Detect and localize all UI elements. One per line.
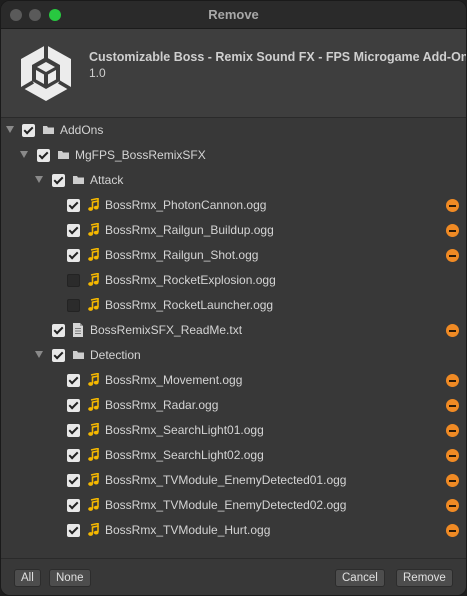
audio-file-icon — [87, 298, 99, 312]
tree-item-label: BossRmx_TVModule_EnemyDetected01.ogg — [105, 473, 347, 487]
dialog-footer: All None Cancel Remove — [1, 558, 466, 595]
expand-arrow-icon[interactable] — [35, 351, 43, 358]
select-none-button[interactable]: None — [49, 569, 91, 587]
tree-item-label: BossRemixSFX_ReadMe.txt — [90, 323, 243, 337]
remove-status-icon — [446, 249, 459, 262]
tree-item-railgun-buildup[interactable]: BossRmx_Railgun_Buildup.ogg — [1, 218, 466, 243]
audio-file-icon — [87, 448, 99, 462]
title-bar: Remove — [1, 1, 466, 29]
checkbox[interactable] — [52, 174, 65, 187]
tree-item-label: BossRmx_RocketExplosion.ogg — [105, 273, 276, 287]
audio-file-icon — [87, 248, 99, 262]
package-version: 1.0 — [89, 66, 106, 80]
audio-file-icon — [87, 198, 99, 212]
select-all-button[interactable]: All — [14, 569, 41, 587]
tree-item-label: AddOns — [60, 123, 104, 137]
audio-file-icon — [87, 223, 99, 237]
audio-file-icon — [87, 273, 99, 287]
tree-item-tvmodule-enemydetected01[interactable]: BossRmx_TVModule_EnemyDetected01.ogg — [1, 468, 466, 493]
tree-item-rocket-explosion[interactable]: BossRmx_RocketExplosion.ogg — [1, 268, 466, 293]
tree-item-label: BossRmx_RocketLauncher.ogg — [105, 298, 274, 312]
tree-item-label: BossRmx_SearchLight01.ogg — [105, 423, 264, 437]
package-header: Customizable Boss - Remix Sound FX - FPS… — [1, 29, 466, 118]
expand-arrow-icon[interactable] — [20, 151, 28, 158]
folder-icon — [43, 126, 54, 134]
cancel-button[interactable]: Cancel — [335, 569, 385, 587]
audio-file-icon — [87, 398, 99, 412]
tree-item-railgun-shot[interactable]: BossRmx_Railgun_Shot.ogg — [1, 243, 466, 268]
tree-item-searchlight01[interactable]: BossRmx_SearchLight01.ogg — [1, 418, 466, 443]
tree-item-addons[interactable]: AddOns — [1, 118, 466, 143]
unity-logo-icon — [19, 43, 73, 103]
folder-icon — [73, 176, 84, 184]
tree-item-label: BossRmx_SearchLight02.ogg — [105, 448, 264, 462]
tree-item-readme[interactable]: BossRemixSFX_ReadMe.txt — [1, 318, 466, 343]
tree-item-tvmodule-enemydetected02[interactable]: BossRmx_TVModule_EnemyDetected02.ogg — [1, 493, 466, 518]
package-name: Customizable Boss - Remix Sound FX - FPS… — [89, 50, 467, 64]
tree-item-attack[interactable]: Attack — [1, 168, 466, 193]
tree-item-searchlight02[interactable]: BossRmx_SearchLight02.ogg — [1, 443, 466, 468]
tree-item-label: BossRmx_Railgun_Buildup.ogg — [105, 223, 274, 237]
remove-status-icon — [446, 374, 459, 387]
remove-status-icon — [446, 424, 459, 437]
remove-status-icon — [446, 499, 459, 512]
tree-item-detection[interactable]: Detection — [1, 343, 466, 368]
tree-item-rocket-launcher[interactable]: BossRmx_RocketLauncher.ogg — [1, 293, 466, 318]
remove-status-icon — [446, 399, 459, 412]
audio-file-icon — [87, 423, 99, 437]
remove-button[interactable]: Remove — [396, 569, 453, 587]
checkbox[interactable] — [22, 124, 35, 137]
tree-item-label: BossRmx_Movement.ogg — [105, 373, 243, 387]
folder-icon — [73, 351, 84, 359]
checkbox[interactable] — [67, 399, 80, 412]
checkbox[interactable] — [67, 374, 80, 387]
remove-dialog: Remove Customizable Boss - Remix Sound F… — [0, 0, 467, 596]
checkbox[interactable] — [67, 274, 80, 287]
package-contents-tree: AddOns MgFPS_BossRemixSFX Attack BossRmx… — [1, 118, 466, 558]
remove-status-icon — [446, 474, 459, 487]
folder-icon — [58, 151, 69, 159]
tree-item-label: BossRmx_Radar.ogg — [105, 398, 219, 412]
checkbox[interactable] — [67, 524, 80, 537]
tree-item-label: BossRmx_TVModule_Hurt.ogg — [105, 523, 271, 537]
audio-file-icon — [87, 373, 99, 387]
checkbox[interactable] — [67, 449, 80, 462]
checkbox[interactable] — [67, 224, 80, 237]
tree-item-radar[interactable]: BossRmx_Radar.ogg — [1, 393, 466, 418]
text-file-icon — [73, 323, 83, 337]
checkbox[interactable] — [67, 474, 80, 487]
audio-file-icon — [87, 473, 99, 487]
remove-status-icon — [446, 524, 459, 537]
audio-file-icon — [87, 523, 99, 537]
checkbox[interactable] — [52, 324, 65, 337]
tree-item-photon-cannon[interactable]: BossRmx_PhotonCannon.ogg — [1, 193, 466, 218]
checkbox[interactable] — [52, 349, 65, 362]
checkbox[interactable] — [67, 499, 80, 512]
remove-status-icon — [446, 324, 459, 337]
checkbox[interactable] — [67, 299, 80, 312]
window-title: Remove — [208, 7, 259, 22]
tree-item-tvmodule-hurt[interactable]: BossRmx_TVModule_Hurt.ogg — [1, 518, 466, 543]
tree-item-label: Attack — [90, 173, 124, 187]
tree-item-mgfps-bossremixsfx[interactable]: MgFPS_BossRemixSFX — [1, 143, 466, 168]
checkbox[interactable] — [67, 249, 80, 262]
remove-status-icon — [446, 199, 459, 212]
remove-status-icon — [446, 224, 459, 237]
tree-item-label: BossRmx_PhotonCannon.ogg — [105, 198, 267, 212]
audio-file-icon — [87, 498, 99, 512]
checkbox[interactable] — [67, 199, 80, 212]
expand-arrow-icon[interactable] — [35, 176, 43, 183]
expand-arrow-icon[interactable] — [6, 126, 14, 133]
remove-status-icon — [446, 449, 459, 462]
checkbox[interactable] — [67, 424, 80, 437]
tree-item-movement[interactable]: BossRmx_Movement.ogg — [1, 368, 466, 393]
tree-item-label: BossRmx_Railgun_Shot.ogg — [105, 248, 259, 262]
checkbox[interactable] — [37, 149, 50, 162]
tree-item-label: Detection — [90, 348, 141, 362]
tree-item-label: MgFPS_BossRemixSFX — [75, 148, 206, 162]
tree-item-label: BossRmx_TVModule_EnemyDetected02.ogg — [105, 498, 347, 512]
